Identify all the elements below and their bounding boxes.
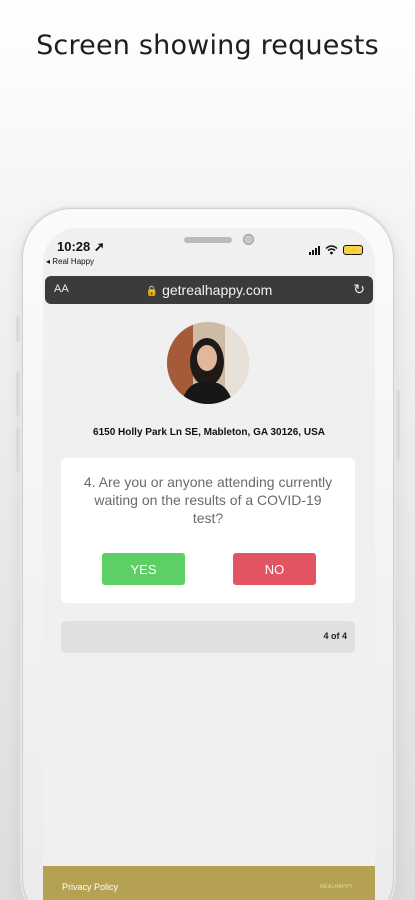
screen-caption: Screen showing requests xyxy=(36,30,379,61)
power-button xyxy=(396,390,400,460)
yes-button[interactable]: YES xyxy=(102,553,185,585)
front-camera xyxy=(243,234,254,245)
progress-bar: 4 of 4 xyxy=(61,621,355,653)
reload-icon[interactable]: ↻ xyxy=(353,281,365,298)
event-address: 6150 Holly Park Ln SE, Mableton, GA 3012… xyxy=(93,427,325,438)
privacy-policy-link[interactable]: Privacy Policy xyxy=(62,882,118,892)
progress-count: 4 of 4 xyxy=(323,631,347,641)
footer-logo: REALHAPPY xyxy=(320,884,353,890)
browser-url-bar[interactable]: AA 🔒 getrealhappy.com ↻ xyxy=(45,276,373,304)
status-icons: ⚡ xyxy=(309,245,363,255)
url-display[interactable]: 🔒 getrealhappy.com xyxy=(45,282,373,298)
volume-down-button xyxy=(16,428,20,472)
phone-screen: 10:28 ➚ ◂ Real Happy ⚡ AA 🔒 getrealhappy.… xyxy=(43,228,375,900)
question-text: 4. Are you or anyone attending currently… xyxy=(83,474,333,526)
back-to-app-link[interactable]: ◂ Real Happy xyxy=(46,257,94,266)
battery-charging-icon: ⚡ xyxy=(343,245,363,255)
host-avatar xyxy=(167,322,249,404)
page-footer: Privacy Policy REALHAPPY xyxy=(43,866,375,900)
url-text: getrealhappy.com xyxy=(162,282,273,298)
status-time: 10:28 ➚ xyxy=(57,239,105,254)
lock-icon: 🔒 xyxy=(145,286,159,297)
question-card: 4. Are you or anyone attending currently… xyxy=(61,458,355,603)
cellular-signal-icon xyxy=(309,245,320,255)
wifi-icon xyxy=(325,245,338,255)
speaker-grille xyxy=(184,237,232,243)
no-button[interactable]: NO xyxy=(233,553,316,585)
volume-up-button xyxy=(16,372,20,416)
silent-switch xyxy=(16,316,20,342)
location-arrow-icon: ➚ xyxy=(93,239,105,254)
status-bar: 10:28 ➚ ◂ Real Happy ⚡ xyxy=(43,228,375,276)
